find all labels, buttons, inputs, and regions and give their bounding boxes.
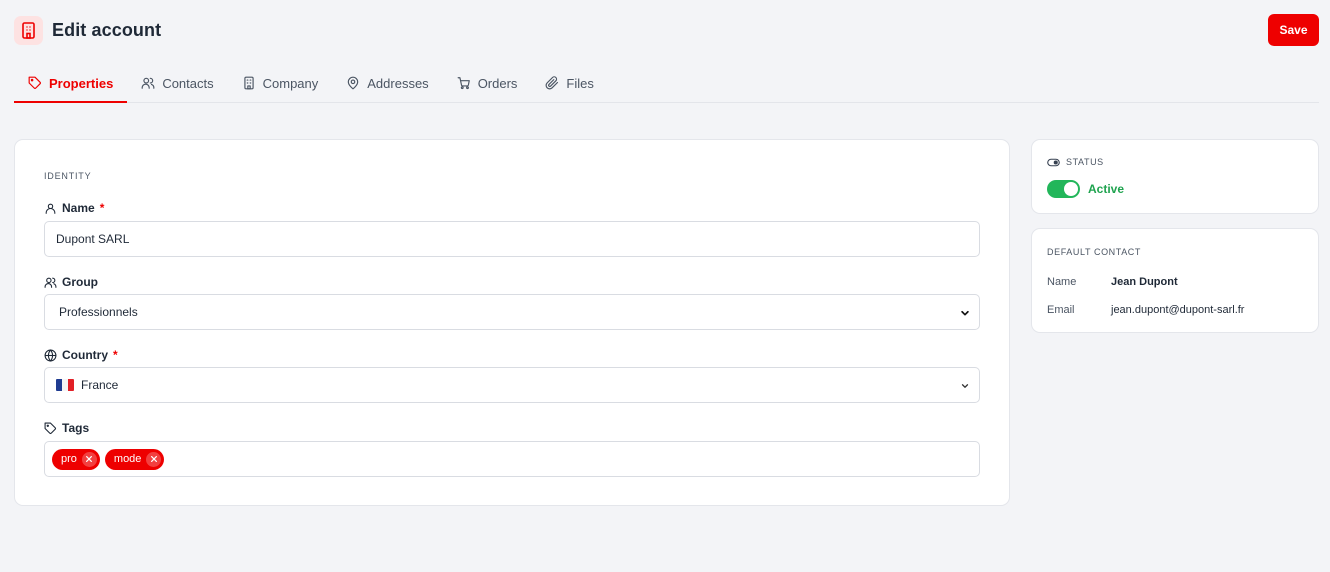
status-toggle[interactable] [1047, 180, 1080, 198]
group-select[interactable]: Professionnels [44, 294, 980, 330]
name-label: Name * [44, 201, 104, 215]
tab-orders[interactable]: Orders [443, 64, 532, 102]
globe-icon [44, 348, 57, 362]
tag-chip: pro [52, 448, 100, 470]
paperclip-icon [545, 76, 559, 90]
chevron-down-icon [961, 310, 969, 316]
tab-label: Orders [477, 75, 518, 91]
tab-bar: Properties Contacts Company Addresses Or… [14, 64, 1319, 103]
users-icon [141, 77, 155, 89]
tab-label: Company [262, 75, 319, 91]
contact-name-value: Jean Dupont [1111, 276, 1178, 288]
users-icon [44, 277, 57, 288]
map-pin-icon [348, 76, 359, 90]
status-card: STATUS Active [1031, 139, 1319, 214]
page-header: Edit account Save [14, 14, 1319, 48]
tags-input[interactable]: pro mode [44, 441, 980, 477]
country-label: Country * [44, 348, 118, 362]
section-title: IDENTITY [44, 171, 92, 181]
tab-company[interactable]: Company [228, 64, 333, 102]
toggle-icon [1047, 158, 1060, 166]
tab-contacts[interactable]: Contacts [127, 64, 227, 102]
name-input[interactable]: Dupont SARL [44, 221, 980, 257]
building-icon [14, 16, 43, 45]
page-title: Edit account [52, 20, 162, 40]
tag-chip: mode [104, 448, 165, 470]
status-value: Active [1088, 182, 1125, 196]
tab-label: Files [566, 75, 594, 91]
identity-card: IDENTITY Name * Dupont SARL Group Profess… [14, 139, 1010, 506]
tag-icon [44, 422, 56, 434]
user-icon [45, 203, 56, 214]
group-label: Group [44, 275, 98, 289]
close-icon[interactable] [146, 451, 162, 467]
tab-files[interactable]: Files [531, 64, 607, 102]
tab-addresses[interactable]: Addresses [332, 64, 442, 102]
tag-icon [28, 76, 41, 89]
save-button[interactable]: Save [1268, 14, 1319, 46]
france-flag-icon [56, 379, 74, 391]
contact-email-value: jean.dupont@dupont-sarl.fr [1111, 304, 1245, 316]
contact-email-label: Email [1047, 304, 1075, 316]
default-contact-card: DEFAULT CONTACT Name Jean Dupont Email j… [1031, 228, 1319, 333]
close-icon[interactable] [81, 451, 97, 467]
status-title: STATUS [1047, 157, 1104, 167]
tab-label: Contacts [162, 75, 214, 91]
chevron-down-icon [961, 384, 969, 388]
cart-icon [457, 77, 470, 90]
tags-label: Tags [44, 421, 89, 435]
building-icon [243, 76, 254, 90]
tab-label: Addresses [367, 75, 429, 91]
country-select[interactable]: France [44, 367, 980, 403]
contact-name-label: Name [1047, 276, 1077, 288]
default-contact-title: DEFAULT CONTACT [1047, 247, 1142, 257]
tab-label: Properties [49, 75, 114, 91]
tab-properties[interactable]: Properties [14, 64, 128, 103]
